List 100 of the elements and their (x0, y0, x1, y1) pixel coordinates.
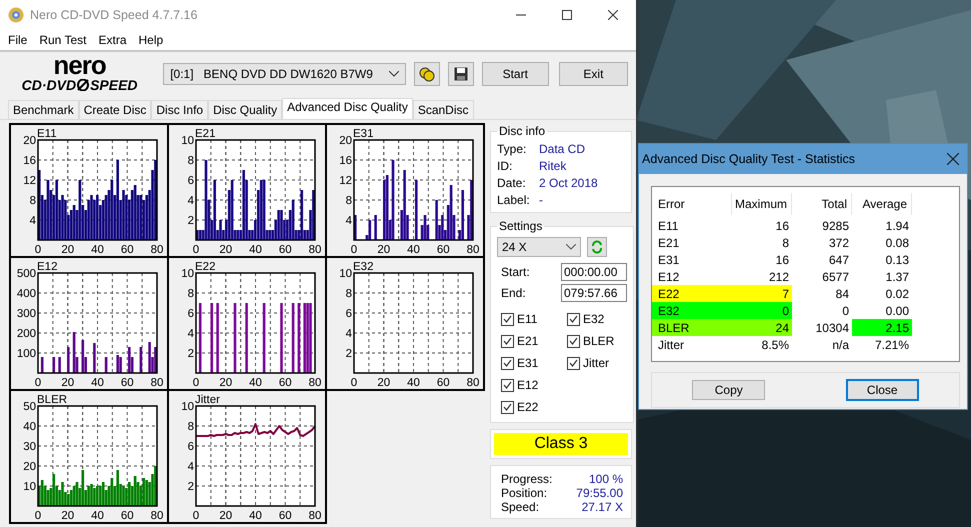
axis-label: 2 (346, 348, 352, 360)
table-cell-text: 84 (834, 286, 850, 302)
axis-label: 0 (34, 244, 42, 254)
chart-title: E32 (353, 261, 374, 273)
table-cell-text: 1.94 (884, 218, 910, 234)
table-cell: 7 (732, 285, 792, 302)
axis-label: 60 (278, 244, 292, 254)
logo-text: SPEED (90, 78, 138, 92)
axis-label: 300 (16, 308, 36, 320)
table-cell-text: 0 (841, 302, 850, 319)
axis-label: 20 (23, 135, 36, 147)
speed-dropdown[interactable]: 24 X (497, 237, 581, 257)
axis-label: 40 (407, 244, 420, 254)
checkbox-label: BLER (583, 334, 614, 348)
axis-label: 4 (346, 215, 352, 227)
start-field[interactable]: 000:00.00 (561, 263, 627, 281)
axis-label: 40 (91, 510, 104, 520)
chart-title: E12 (37, 261, 58, 273)
end-field[interactable]: 079:57.66 (561, 284, 627, 302)
axis-label: 10 (339, 268, 352, 280)
drive-dropdown[interactable]: [0:1] BENQ DVD DD DW1620 B7W9 (163, 63, 406, 85)
axis-label: 60 (120, 244, 134, 254)
table-cell-text: E11 (657, 218, 680, 234)
group-label: Disc info (498, 124, 546, 138)
progress-value: 79:55.00 (576, 486, 623, 500)
column-header: Maximum (732, 193, 792, 215)
copy-button[interactable]: Copy (692, 380, 766, 400)
axis-label: 16 (23, 155, 36, 167)
table-cell-text: E21 (657, 234, 680, 251)
axis-label: 40 (91, 244, 104, 254)
tab[interactable]: Advanced Disc Quality (282, 98, 413, 119)
axis-label: 30 (23, 441, 36, 453)
axis-label: 80 (466, 377, 480, 387)
progress-label: Position: (501, 486, 548, 500)
axis-label: 60 (436, 377, 450, 387)
exit-button[interactable]: Exit (558, 62, 628, 86)
logo-text: nero (53, 52, 106, 78)
axis-label: 2 (188, 215, 194, 227)
axis-label: 20 (339, 135, 352, 147)
table-cell-text: 1.37 (884, 268, 910, 285)
axis-label: 8 (188, 155, 194, 167)
chart-title: E11 (37, 128, 57, 140)
axis-label: 6 (188, 308, 194, 320)
table-cell-text: 16 (774, 252, 790, 268)
axis-label: 400 (16, 288, 36, 300)
table-cell-text: 6577 (821, 268, 850, 285)
axis-label: 8 (346, 288, 352, 300)
logo-text: CD·DVD (22, 78, 76, 92)
tab[interactable]: Disc Info (151, 100, 208, 119)
axis-label: 0 (192, 377, 200, 387)
axis-label: 200 (16, 328, 36, 340)
axis-label: 20 (219, 244, 232, 254)
chart-title: E21 (195, 128, 216, 140)
column-header: Average (852, 193, 912, 215)
axis-label: 60 (278, 377, 292, 387)
info-value: - (539, 192, 543, 206)
start-button[interactable]: Start (482, 62, 549, 86)
menu-item[interactable]: Help (132, 30, 170, 50)
info-label: ID: (497, 158, 514, 172)
axis-label: 10 (181, 135, 194, 147)
field-label: End: (501, 286, 526, 300)
axis-label: 80 (150, 244, 164, 254)
axis-label: 12 (339, 175, 352, 187)
table-cell-text: 8 (781, 234, 790, 251)
table-cell-text: 0.08 (884, 234, 910, 251)
checkbox-label: E31 (517, 356, 538, 370)
table-cell-text: E12 (657, 268, 680, 285)
axis-label: 16 (339, 155, 352, 167)
axis-label: 0 (192, 244, 200, 254)
axis-label: 0 (192, 510, 200, 520)
axis-label: 2 (188, 481, 194, 493)
progress-value: 27.17 X (582, 500, 623, 514)
progress-value: 100 % (588, 472, 623, 486)
axis-label: 0 (350, 377, 358, 387)
tab[interactable]: ScanDisc (412, 100, 474, 119)
axis-label: 6 (188, 441, 194, 453)
axis-label: 20 (377, 244, 390, 254)
axis-label: 40 (407, 377, 420, 387)
axis-label: 10 (23, 481, 36, 493)
tab[interactable]: Disc Quality (208, 100, 282, 119)
tab[interactable]: Create Disc (78, 100, 152, 119)
menu-item[interactable]: Extra (92, 30, 132, 50)
info-value: 2 Oct 2018 (539, 176, 598, 190)
column-header: Total (792, 193, 852, 215)
axis-label: 0 (34, 510, 42, 520)
field-label: Start: (501, 265, 530, 279)
axis-label: 80 (308, 377, 322, 387)
axis-label: 40 (249, 510, 262, 520)
column-header: Error (652, 193, 732, 215)
axis-label: 100 (16, 348, 36, 360)
dialog-title: Advanced Disc Quality Test - Statistics (642, 152, 856, 166)
axis-label: 20 (219, 510, 232, 520)
menu-item[interactable]: Run Test (33, 30, 92, 50)
axis-label: 80 (150, 377, 164, 387)
info-label: Type: (497, 142, 528, 156)
tab[interactable]: Benchmark (8, 100, 79, 119)
table-cell-text: 0.00 (884, 302, 910, 319)
axis-label: 80 (466, 244, 480, 254)
close-button[interactable]: Close (846, 379, 919, 401)
menu-item[interactable]: File (2, 30, 34, 50)
